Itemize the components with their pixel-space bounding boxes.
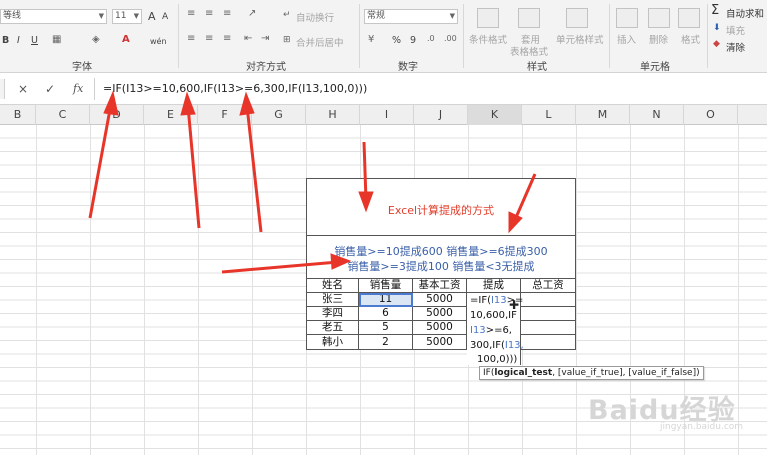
arrow-3 (239, 91, 263, 233)
arrow-1 (88, 90, 119, 219)
arrow-5 (508, 173, 537, 234)
arrow-2 (180, 91, 201, 229)
arrow-4 (358, 141, 374, 213)
arrow-6 (221, 253, 352, 274)
annotation-arrows (88, 90, 537, 274)
